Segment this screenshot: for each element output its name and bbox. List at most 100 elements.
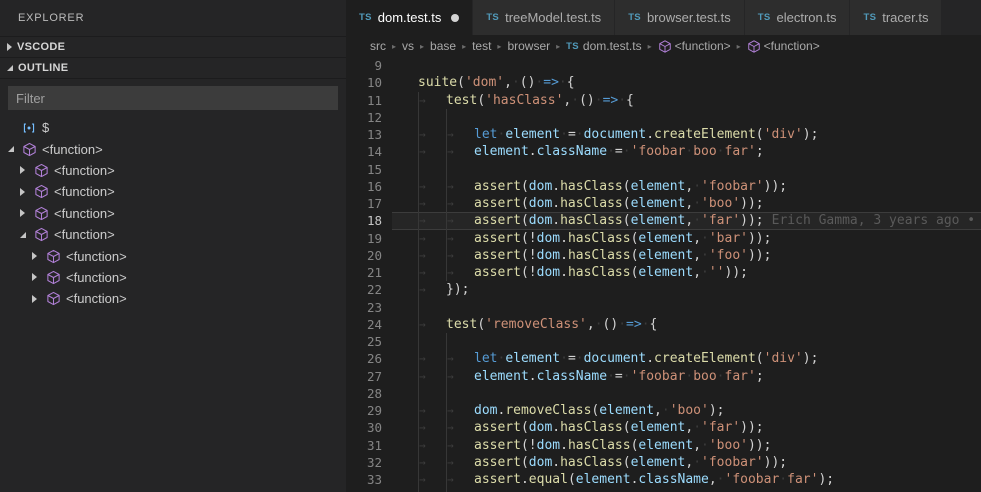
code-line[interactable]: 24→test('removeClass',·()·=>·{: [346, 316, 981, 333]
code-token: ·=·: [607, 369, 630, 384]
code-line[interactable]: 22→});: [346, 281, 981, 298]
code-token: .: [521, 472, 529, 487]
line-number: 30: [346, 419, 392, 436]
code-line[interactable]: 15: [346, 161, 981, 178]
code-line-content[interactable]: →→assert(dom.hasClass(element,·'far'));E…: [392, 212, 981, 229]
tab-electron.ts[interactable]: TSelectron.ts: [745, 0, 851, 35]
breadcrumb-item[interactable]: base: [430, 39, 456, 53]
code-token: ,·: [685, 179, 701, 194]
tab-treeModel.test.ts[interactable]: TStreeModel.test.ts: [473, 0, 615, 35]
code-line[interactable]: 34: [346, 488, 981, 492]
code-line[interactable]: 32→→assert(dom.hasClass(element,·'foobar…: [346, 454, 981, 471]
sidebar-section-outline[interactable]: OUTLINE: [0, 57, 346, 78]
breadcrumb-item[interactable]: TSdom.test.ts: [566, 39, 641, 53]
outline-item[interactable]: $: [0, 117, 346, 138]
modified-dot-icon[interactable]: [451, 14, 459, 22]
code-line-content[interactable]: →→assert(dom.hasClass(element,·'far'));: [392, 419, 981, 436]
code-line[interactable]: 17→→assert(dom.hasClass(element,·'boo'))…: [346, 195, 981, 212]
twistie-collapsed-icon[interactable]: [20, 188, 25, 196]
code-line-content[interactable]: →→assert(!dom.hasClass(element,·'bar'));: [392, 230, 981, 247]
breadcrumb-item[interactable]: <function>: [658, 39, 731, 53]
twistie-collapsed-icon[interactable]: [32, 273, 37, 281]
code-line[interactable]: 28: [346, 385, 981, 402]
twistie-expanded-icon[interactable]: [8, 146, 14, 152]
code-line[interactable]: 13→→let·element·=·document.createElement…: [346, 126, 981, 143]
code-line-content[interactable]: →→assert(dom.hasClass(element,·'foobar')…: [392, 178, 981, 195]
code-line-content[interactable]: [392, 161, 981, 178]
code-line[interactable]: 30→→assert(dom.hasClass(element,·'far'))…: [346, 419, 981, 436]
outline-item[interactable]: <function>: [0, 181, 346, 202]
code-line[interactable]: 29→→dom.removeClass(element,·'boo');: [346, 402, 981, 419]
code-line-content[interactable]: →→assert.equal(element.className,·'fooba…: [392, 471, 981, 488]
tab-dom.test.ts[interactable]: TSdom.test.ts: [346, 0, 473, 35]
outline-item[interactable]: <function>: [0, 245, 346, 266]
code-line-content[interactable]: [392, 488, 981, 492]
outline-filter-input[interactable]: [8, 86, 338, 110]
tab-browser.test.ts[interactable]: TSbrowser.test.ts: [615, 0, 745, 35]
breadcrumb-item[interactable]: <function>: [747, 39, 820, 53]
outline-item[interactable]: <function>: [0, 138, 346, 159]
twistie-collapsed-icon[interactable]: [20, 209, 25, 217]
code-line-content[interactable]: →test('hasClass',·()·=>·{: [392, 92, 981, 109]
twistie-slot: [20, 166, 33, 174]
code-line-content[interactable]: →→assert(dom.hasClass(element,·'boo'));: [392, 195, 981, 212]
code-token: (: [756, 127, 764, 142]
code-line-content[interactable]: suite('dom',·()·=>·{: [392, 74, 981, 91]
code-line[interactable]: 25: [346, 333, 981, 350]
code-line[interactable]: 20→→assert(!dom.hasClass(element,·'foo')…: [346, 247, 981, 264]
code-line-content[interactable]: →});: [392, 281, 981, 298]
code-line[interactable]: 10suite('dom',·()·=>·{: [346, 74, 981, 91]
tab-label: browser.test.ts: [647, 10, 731, 25]
code-line[interactable]: 26→→let·element·=·document.createElement…: [346, 350, 981, 367]
twistie-collapsed-icon[interactable]: [32, 295, 37, 303]
code-line[interactable]: 19→→assert(!dom.hasClass(element,·'bar')…: [346, 230, 981, 247]
code-line[interactable]: 33→→assert.equal(element.className,·'foo…: [346, 471, 981, 488]
code-line[interactable]: 23: [346, 299, 981, 316]
line-number: 26: [346, 350, 392, 367]
sidebar-section-vscode[interactable]: VSCODE: [0, 36, 346, 57]
code-line[interactable]: 9: [346, 57, 981, 74]
code-line-content[interactable]: →→assert(dom.hasClass(element,·'foobar')…: [392, 454, 981, 471]
code-line-content[interactable]: →→element.className·=·'foobar·boo·far';: [392, 143, 981, 160]
code-line-content[interactable]: →→dom.removeClass(element,·'boo');: [392, 402, 981, 419]
code-line[interactable]: 14→→element.className·=·'foobar·boo·far'…: [346, 143, 981, 160]
code-line-content[interactable]: [392, 57, 981, 74]
code-line[interactable]: 12: [346, 109, 981, 126]
code-line[interactable]: 11→test('hasClass',·()·=>·{: [346, 92, 981, 109]
indent-guide: [446, 161, 474, 178]
code-line-content[interactable]: →→let·element·=·document.createElement('…: [392, 126, 981, 143]
twistie-collapsed-icon[interactable]: [20, 166, 25, 174]
breadcrumb-item[interactable]: vs: [402, 39, 414, 53]
whitespace-dot: ·: [662, 403, 670, 418]
code-line-content[interactable]: [392, 333, 981, 350]
outline-item[interactable]: <function>: [0, 288, 346, 309]
tab-tracer.ts[interactable]: TStracer.ts: [850, 0, 942, 35]
code-line[interactable]: 27→→element.className·=·'foobar·boo·far'…: [346, 368, 981, 385]
outline-item[interactable]: <function>: [0, 267, 346, 288]
code-line-content[interactable]: →→assert(!dom.hasClass(element,·'boo'));: [392, 437, 981, 454]
twistie-expanded-icon[interactable]: [20, 232, 26, 238]
code-line[interactable]: 16→→assert(dom.hasClass(element,·'foobar…: [346, 178, 981, 195]
code-line[interactable]: 18→→assert(dom.hasClass(element,·'far'))…: [346, 212, 981, 229]
code-line-content[interactable]: [392, 109, 981, 126]
code-line-content[interactable]: →→let·element·=·document.createElement('…: [392, 350, 981, 367]
twistie-collapsed-icon[interactable]: [32, 252, 37, 260]
code-line-content[interactable]: →→assert(!dom.hasClass(element,·'foo'));: [392, 247, 981, 264]
code-line[interactable]: 31→→assert(!dom.hasClass(element,·'boo')…: [346, 437, 981, 454]
breadcrumb-item[interactable]: browser: [507, 39, 550, 53]
code-line-content[interactable]: [392, 385, 981, 402]
code-editor[interactable]: 910suite('dom',·()·=>·{11→test('hasClass…: [346, 57, 981, 492]
breadcrumb-item[interactable]: src: [370, 39, 386, 53]
outline-item[interactable]: <function>: [0, 160, 346, 181]
code-line-content[interactable]: →test('removeClass',·()·=>·{: [392, 316, 981, 333]
code-line-content[interactable]: →→element.className·=·'foobar·boo·far';: [392, 368, 981, 385]
whitespace-dot: ·: [618, 93, 626, 108]
breadcrumb-item[interactable]: test: [472, 39, 491, 53]
decor: [748, 40, 759, 51]
outline-item[interactable]: <function>: [0, 224, 346, 245]
code-line[interactable]: 21→→assert(!dom.hasClass(element,·''));: [346, 264, 981, 281]
code-line-content[interactable]: [392, 299, 981, 316]
outline-item[interactable]: <function>: [0, 203, 346, 224]
code-token: .: [552, 196, 560, 211]
code-line-content[interactable]: →→assert(!dom.hasClass(element,·''));: [392, 264, 981, 281]
